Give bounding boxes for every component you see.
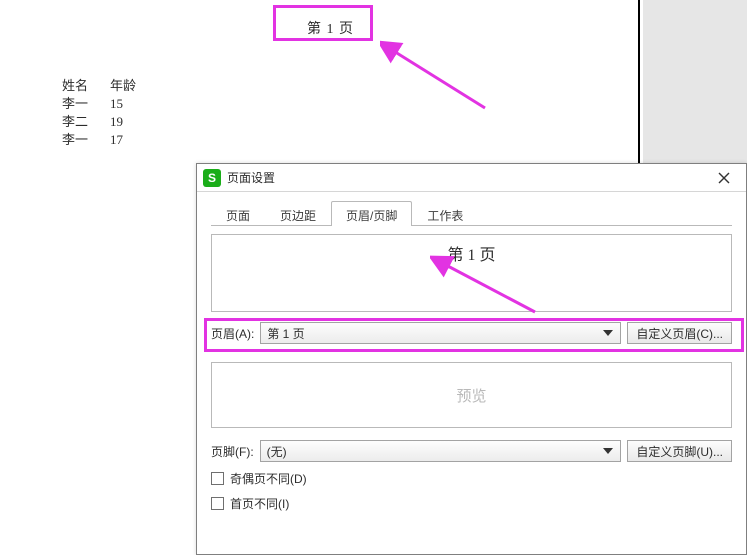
checkbox-icon — [211, 497, 224, 510]
page-preview-area: 第 1 页 姓名 年龄 李一 15 李二 19 李一 17 — [20, 0, 640, 180]
tab-strip: 页面 页边距 页眉/页脚 工作表 — [211, 200, 732, 226]
header-controls-row: 页眉(A): 第 1 页 自定义页眉(C)... — [211, 322, 732, 344]
close-button[interactable] — [708, 167, 740, 189]
sheet-table: 姓名 年龄 李一 15 李二 19 李一 17 — [62, 78, 146, 150]
mid-preview-label: 预览 — [456, 385, 486, 406]
header-label: 页眉(A): — [211, 325, 254, 342]
header-preview-box: 第 1 页 — [211, 234, 732, 312]
check-odd-even-label: 奇偶页不同(D) — [230, 470, 307, 487]
app-icon: S — [203, 169, 221, 187]
dialog-title: 页面设置 — [227, 169, 708, 186]
header-combo-value: 第 1 页 — [267, 325, 304, 342]
chevron-down-icon — [600, 325, 616, 341]
mid-preview-box: 预览 — [211, 362, 732, 428]
header-combo[interactable]: 第 1 页 — [260, 322, 621, 344]
check-first-page-different[interactable]: 首页不同(I) — [211, 495, 732, 512]
table-row: 李一 17 — [62, 132, 146, 150]
tab-page[interactable]: 页面 — [211, 201, 265, 226]
dialog-titlebar[interactable]: S 页面设置 — [197, 164, 746, 192]
tab-header-footer[interactable]: 页眉/页脚 — [331, 201, 412, 226]
dialog-body: 页面 页边距 页眉/页脚 工作表 第 1 页 页眉(A): 第 1 页 自定义页… — [197, 192, 746, 554]
col-header-age: 年龄 — [98, 78, 146, 96]
close-icon — [718, 172, 730, 184]
check-first-page-label: 首页不同(I) — [230, 495, 289, 512]
tab-sheet[interactable]: 工作表 — [412, 201, 478, 226]
tab-margins[interactable]: 页边距 — [265, 201, 331, 226]
footer-combo[interactable]: (无) — [260, 440, 622, 462]
table-row: 李二 19 — [62, 114, 146, 132]
page-header-text: 第 1 页 — [307, 18, 354, 38]
chevron-down-icon — [600, 443, 616, 459]
header-preview-text: 第 1 页 — [447, 241, 495, 311]
col-header-name: 姓名 — [62, 78, 98, 96]
footer-controls-row: 页脚(F): (无) 自定义页脚(U)... — [211, 440, 732, 462]
footer-label: 页脚(F): — [211, 443, 254, 460]
check-odd-even-different[interactable]: 奇偶页不同(D) — [211, 470, 732, 487]
table-header-row: 姓名 年龄 — [62, 78, 146, 96]
checkbox-icon — [211, 472, 224, 485]
custom-footer-button[interactable]: 自定义页脚(U)... — [627, 440, 732, 462]
footer-combo-value: (无) — [267, 443, 287, 460]
table-row: 李一 15 — [62, 96, 146, 114]
page-setup-dialog: S 页面设置 页面 页边距 页眉/页脚 工作表 第 1 页 页眉(A): 第 1… — [196, 163, 747, 555]
custom-header-button[interactable]: 自定义页眉(C)... — [627, 322, 732, 344]
